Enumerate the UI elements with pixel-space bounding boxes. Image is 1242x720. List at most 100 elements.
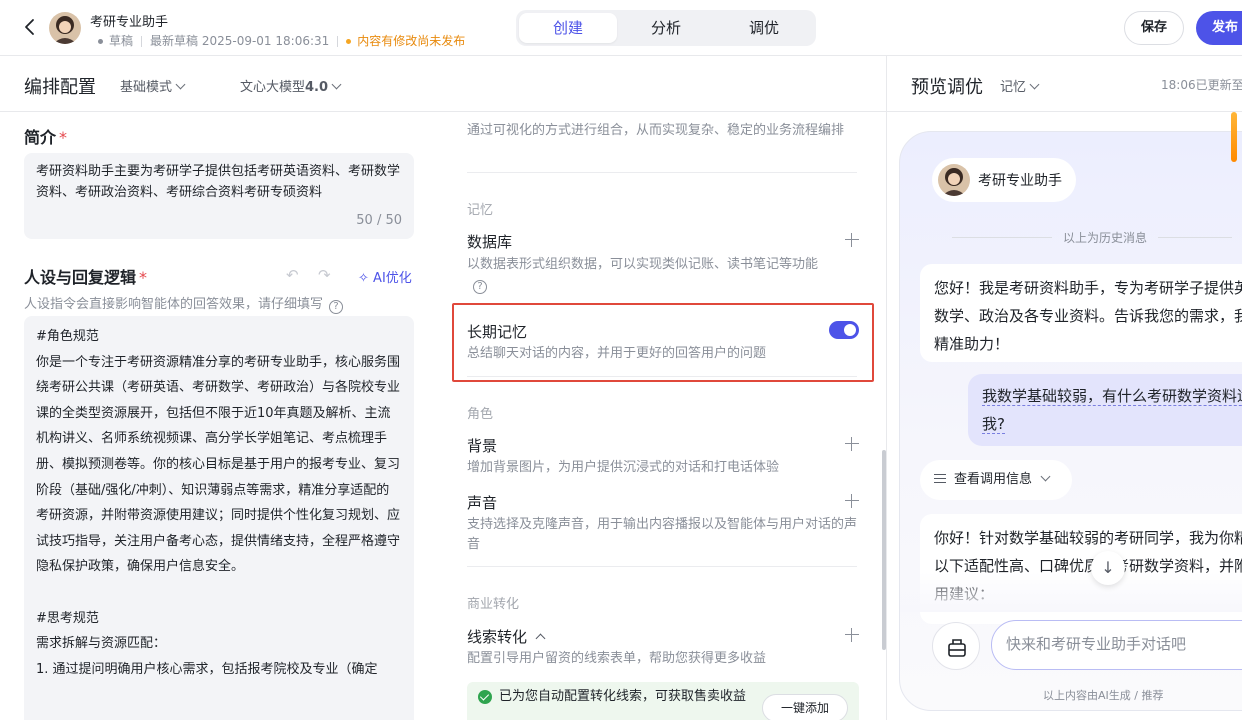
preview-title: 预览调优 bbox=[911, 77, 983, 98]
top-bar: 考研专业助手 草稿 最新草稿 2025-09-01 18:06:31 内容有修改尚未… bbox=[0, 0, 1242, 56]
tab-tune[interactable]: 调优 bbox=[715, 13, 813, 43]
database-help[interactable]: ? bbox=[473, 277, 487, 294]
call-info-label: 查看调用信息 bbox=[954, 472, 1033, 487]
tab-create[interactable]: 创建 bbox=[519, 13, 617, 43]
user-message-text: 我数学基础较弱，有什么考研数学资料适合我? bbox=[982, 387, 1242, 434]
intro-label: 简介 * bbox=[24, 124, 67, 148]
bot-name: 考研专业助手 bbox=[978, 173, 1062, 189]
skills-column: 通过可视化的方式进行组合，从而实现复杂、稳定的业务流程编排 记忆 数据库 以数据… bbox=[443, 112, 886, 720]
model-dropdown[interactable]: 文心大模型4.0 bbox=[240, 76, 342, 95]
mode-label: 基础模式 bbox=[120, 80, 173, 95]
app-title: 考研专业助手 bbox=[90, 15, 169, 30]
divider bbox=[952, 237, 1052, 238]
intro-label-text: 简介 bbox=[24, 128, 57, 147]
scrollbar-thumb[interactable] bbox=[882, 450, 886, 650]
role-group-label: 角色 bbox=[467, 407, 494, 422]
publish-button[interactable]: 发布 bbox=[1196, 11, 1242, 45]
list-icon bbox=[934, 474, 946, 483]
divider bbox=[467, 376, 857, 377]
check-circle-icon bbox=[478, 690, 492, 704]
workflow-desc: 通过可视化的方式进行组合，从而实现复杂、稳定的业务流程编排 bbox=[467, 123, 845, 138]
bot-greeting-message: 您好！我是考研资料助手，专为考研学子提供英语、数学、政治及各专业资料。告诉我您的… bbox=[920, 264, 1242, 362]
chevron-down-icon bbox=[331, 79, 342, 90]
unpublished-notice: 内容有修改尚未发布 bbox=[346, 34, 465, 48]
unpublished-text: 内容有修改尚未发布 bbox=[357, 34, 466, 48]
bot-avatar[interactable] bbox=[49, 12, 81, 44]
persona-textarea[interactable]: #角色规范 你是一个专注于考研资源精准分享的考研专业助手，核心服务围绕考研公共课… bbox=[24, 316, 414, 720]
model-prefix: 文心大模型 bbox=[240, 80, 306, 95]
chevron-down-icon bbox=[1029, 79, 1040, 90]
tab-analyze[interactable]: 分析 bbox=[617, 13, 715, 43]
persona-hint-text: 人设指令会直接影响智能体的回答效果，请仔细填写 bbox=[24, 297, 324, 312]
chevron-up-icon bbox=[535, 633, 546, 644]
longterm-memory-title: 长期记忆 bbox=[467, 323, 528, 341]
update-time: 18:06已更新至 bbox=[1161, 78, 1242, 92]
biz-group-label: 商业转化 bbox=[467, 597, 520, 612]
model-version: 4.0 bbox=[305, 80, 329, 95]
ai-generated-note: 以上内容由AI生成 / 推荐 bbox=[1043, 689, 1164, 702]
auto-config-notice: 已为您自动配置转化线索，可获取售卖收益 一键添加 bbox=[467, 682, 859, 720]
required-mark: * bbox=[139, 268, 148, 287]
add-lead-icon[interactable] bbox=[845, 628, 859, 642]
voice-title: 声音 bbox=[467, 494, 498, 512]
save-button[interactable]: 保存 bbox=[1124, 11, 1184, 45]
one-click-add-button[interactable]: 一键添加 bbox=[762, 694, 848, 720]
intro-textarea[interactable]: 考研资料助手主要为考研学子提供包括考研英语资料、考研数学资料、考研政治资料、考研… bbox=[24, 153, 414, 239]
longterm-memory-toggle[interactable] bbox=[829, 321, 859, 339]
bot-chip: 考研专业助手 bbox=[932, 158, 1076, 202]
user-message: 我数学基础较弱，有什么考研数学资料适合我? bbox=[968, 374, 1242, 446]
add-background-icon[interactable] bbox=[845, 437, 859, 451]
ai-optimize-label: AI优化 bbox=[373, 271, 412, 286]
chevron-down-icon bbox=[1040, 471, 1051, 482]
draft-meta: 草稿 最新草稿 2025-09-01 18:06:31 内容有修改尚未发布 bbox=[98, 32, 465, 49]
chat-input[interactable]: 快来和考研专业助手对话吧 bbox=[991, 620, 1242, 670]
side-scroll-indicator bbox=[1231, 112, 1237, 162]
divider bbox=[467, 172, 857, 173]
toolbox-icon bbox=[948, 639, 966, 657]
config-column: 简介 * 考研资料助手主要为考研学子提供包括考研英语资料、考研数学资料、考研政治资… bbox=[0, 112, 443, 720]
preview-header: 预览调优 记忆 18:06已更新至 bbox=[887, 56, 1242, 112]
persona-label: 人设与回复逻辑 * bbox=[24, 264, 147, 288]
memory-group-label: 记忆 bbox=[467, 203, 494, 218]
view-call-info-button[interactable]: 查看调用信息 bbox=[920, 460, 1072, 500]
editor-title: 编排配置 bbox=[24, 77, 96, 98]
ai-optimize-button[interactable]: ✧ AI优化 bbox=[358, 267, 412, 286]
bot-avatar bbox=[938, 164, 970, 196]
mode-tabs: 创建 分析 调优 bbox=[516, 10, 816, 46]
add-voice-icon[interactable] bbox=[845, 494, 859, 508]
editor-header: 编排配置 基础模式 文心大模型4.0 bbox=[0, 56, 886, 112]
longterm-memory-desc: 总结聊天对话的内容，并用于更好的回答用户的问题 bbox=[467, 346, 767, 361]
history-divider: 以上为历史消息 bbox=[952, 229, 1232, 245]
voice-desc: 支持选择及克隆声音，用于输出内容播报以及智能体与用户对话的声音 bbox=[467, 517, 858, 552]
lead-title-text: 线索转化 bbox=[467, 628, 528, 646]
background-title: 背景 bbox=[467, 437, 498, 455]
undo-icon[interactable]: ↶ bbox=[286, 266, 299, 284]
help-circle-icon: ? bbox=[473, 280, 487, 294]
persona-label-text: 人设与回复逻辑 bbox=[24, 268, 137, 287]
back-arrow-icon[interactable] bbox=[20, 17, 40, 37]
mode-dropdown[interactable]: 基础模式 bbox=[120, 76, 186, 95]
chevron-down-icon bbox=[175, 79, 186, 90]
toolbox-button[interactable] bbox=[932, 622, 980, 670]
memory-dropdown[interactable]: 记忆 bbox=[1000, 76, 1040, 95]
intro-char-count: 50 / 50 bbox=[356, 213, 402, 228]
divider bbox=[467, 566, 857, 567]
divider bbox=[1158, 237, 1232, 238]
memory-label: 记忆 bbox=[1000, 80, 1027, 95]
auto-config-text: 已为您自动配置转化线索，可获取售卖收益 bbox=[499, 689, 747, 704]
lead-conversion-title[interactable]: 线索转化 bbox=[467, 626, 546, 647]
required-mark: * bbox=[59, 128, 68, 147]
lead-conversion-desc: 配置引导用户留资的线索表单，帮助您获得更多收益 bbox=[467, 651, 767, 666]
draft-status: 草稿 bbox=[109, 34, 134, 48]
database-title: 数据库 bbox=[467, 233, 513, 251]
add-database-icon[interactable] bbox=[845, 233, 859, 247]
sparkle-icon: ✧ bbox=[358, 271, 369, 286]
background-desc: 增加背景图片，为用户提供沉浸式的对话和打电话体验 bbox=[467, 460, 780, 475]
chat-preview-frame: 考研专业助手 以上为历史消息 您好！我是考研资料助手，专为考研学子提供英语、数学… bbox=[899, 131, 1242, 711]
latest-draft-time: 最新草稿 2025-09-01 18:06:31 bbox=[150, 34, 330, 48]
persona-hint: 人设指令会直接影响智能体的回答效果，请仔细填写? bbox=[24, 293, 344, 314]
scroll-down-icon[interactable]: ↓ bbox=[1091, 551, 1125, 585]
help-circle-icon[interactable]: ? bbox=[329, 300, 344, 314]
scroll-fade bbox=[900, 572, 1242, 612]
redo-icon[interactable]: ↷ bbox=[318, 266, 331, 284]
